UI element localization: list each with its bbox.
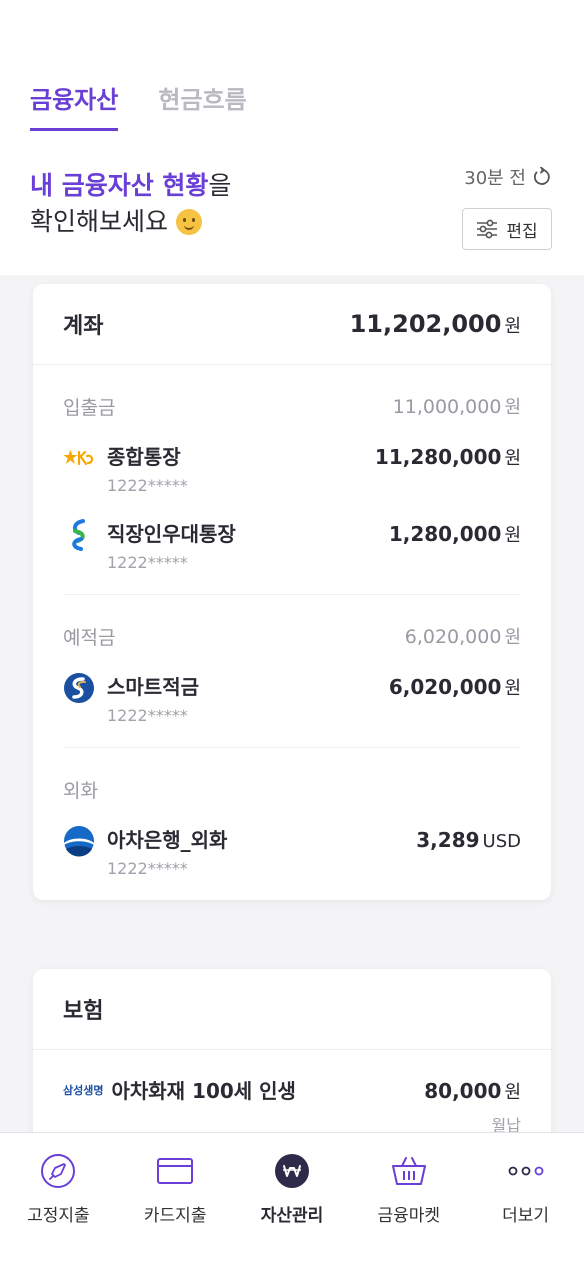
nav-card-expense[interactable]: 카드지출 xyxy=(117,1133,234,1261)
insurance-amount-value: 80,000 xyxy=(424,1079,502,1103)
account-name: 스마트적금 xyxy=(107,675,199,699)
accounts-card-header[interactable]: 계좌 11,202,000 원 xyxy=(33,284,551,365)
more-icon xyxy=(506,1151,546,1191)
account-name: 직장인우대통장 xyxy=(107,522,236,546)
won-icon xyxy=(272,1151,312,1191)
insurance-card-header[interactable]: 보험 xyxy=(33,969,551,1050)
nav-more[interactable]: 더보기 xyxy=(467,1133,584,1261)
rocket-icon xyxy=(38,1151,78,1191)
account-amount: 11,280,000 원 xyxy=(375,442,521,474)
account-amount-value: 11,280,000 xyxy=(374,445,502,469)
account-item[interactable]: 종합통장 1222***** 11,280,000 원 xyxy=(63,442,521,495)
nav-label: 자산관리 xyxy=(260,1206,324,1226)
nav-label: 카드지출 xyxy=(143,1206,207,1226)
settings-sliders-icon xyxy=(477,219,498,239)
header-area: 금융자산 현금흐름 내 금융자산 현황을 확인해보세요 30분 전 편집 xyxy=(0,0,584,275)
section-total-amount: 11,000,000 xyxy=(392,396,502,418)
smile-emoji-icon xyxy=(176,209,203,235)
accounts-total-currency: 원 xyxy=(504,316,521,337)
account-number: 1222***** xyxy=(107,476,188,495)
account-number: 1222***** xyxy=(107,553,188,572)
bank-globe-icon xyxy=(63,825,95,857)
shinhan-icon xyxy=(63,672,95,704)
headline-line2: 확인해보세요 xyxy=(30,207,169,236)
section-total-unit: 원 xyxy=(504,397,521,418)
account-amount-unit: USD xyxy=(482,831,521,852)
tab-financial-assets[interactable]: 금융자산 xyxy=(30,80,119,131)
refresh-status[interactable]: 30분 전 xyxy=(464,164,552,190)
section-total-amount: 6,020,000 xyxy=(404,626,502,648)
account-number: 1222***** xyxy=(107,859,188,878)
nav-fixed-expense[interactable]: 고정지출 xyxy=(0,1133,117,1261)
insurance-name: 아차화재 100세 인생 xyxy=(111,1079,296,1103)
account-amount: 1,280,000 원 xyxy=(389,519,521,551)
section-title: 외화 xyxy=(63,780,98,802)
section-foreign-currency: 외화 아차은행_외화 1222***** 3,289 USD xyxy=(63,748,521,900)
nav-financial-market[interactable]: 금융마켓 xyxy=(350,1133,467,1261)
insurance-item[interactable]: 삼성생명 아차화재 100세 인생 80,000 원 월납 xyxy=(63,1050,521,1136)
accounts-title: 계좌 xyxy=(63,314,104,339)
account-item[interactable]: 스마트적금 1222***** 6,020,000 원 xyxy=(63,672,521,725)
account-amount: 6,020,000 원 xyxy=(389,672,521,704)
account-amount-value: 3,289 xyxy=(416,828,480,852)
section-title: 예적금 xyxy=(63,627,116,649)
tab-bar: 금융자산 현금흐름 xyxy=(30,80,247,131)
headline-highlight: 내 금융자산 현황 xyxy=(30,171,209,200)
edit-button[interactable]: 편집 xyxy=(462,208,552,250)
insurance-title: 보험 xyxy=(63,999,104,1024)
account-amount: 3,289 USD xyxy=(416,825,521,857)
nav-asset-management[interactable]: 자산관리 xyxy=(234,1133,351,1261)
kb-star-icon xyxy=(63,442,95,474)
insurance-brand: 삼성생명 xyxy=(63,1084,104,1097)
tab-cash-flow[interactable]: 현금흐름 xyxy=(158,80,246,131)
refresh-icon[interactable] xyxy=(532,167,552,187)
account-number: 1222***** xyxy=(107,706,188,725)
insurance-amount: 80,000 원 xyxy=(424,1076,521,1108)
section-title: 입출금 xyxy=(63,397,116,419)
bottom-nav: 고정지출 카드지출 자산관리 금융마켓 더보기 xyxy=(0,1132,584,1261)
section-deposit-withdrawal: 입출금 11,000,000 원 종합통장 1222***** 11,280,00… xyxy=(63,365,521,595)
account-amount-unit: 원 xyxy=(504,448,521,469)
insurance-amount-unit: 원 xyxy=(504,1082,521,1103)
updated-time: 30분 전 xyxy=(464,168,526,189)
account-amount-value: 1,280,000 xyxy=(388,522,502,546)
section-total-unit: 원 xyxy=(504,627,521,648)
section-total: 6,020,000 원 xyxy=(405,623,521,650)
account-name: 종합통장 xyxy=(107,445,181,469)
accounts-card: 계좌 11,202,000 원 입출금 11,000,000 원 종합통장 1222… xyxy=(33,284,551,900)
section-total: 11,000,000 원 xyxy=(393,393,521,420)
account-name: 아차은행_외화 xyxy=(107,828,228,852)
accounts-total: 11,202,000 원 xyxy=(350,310,521,338)
page-headline: 내 금융자산 현황을 확인해보세요 xyxy=(30,168,231,240)
account-item[interactable]: 아차은행_외화 1222***** 3,289 USD xyxy=(63,825,521,878)
nav-label: 금융마켓 xyxy=(377,1206,441,1226)
section-savings: 예적금 6,020,000 원 스마트적금 1222***** 6,020,000… xyxy=(63,595,521,748)
nav-label: 더보기 xyxy=(502,1206,550,1226)
account-amount-value: 6,020,000 xyxy=(388,675,502,699)
basket-icon xyxy=(389,1151,429,1191)
standard-chartered-icon xyxy=(63,519,95,551)
edit-label: 편집 xyxy=(506,221,538,242)
headline-suffix: 을 xyxy=(208,171,232,200)
nav-label: 고정지출 xyxy=(27,1206,90,1226)
account-item[interactable]: 직장인우대통장 1222***** 1,280,000 원 xyxy=(63,519,521,572)
accounts-total-amount: 11,202,000 xyxy=(349,310,502,338)
card-icon xyxy=(155,1151,195,1191)
account-amount-unit: 원 xyxy=(504,678,521,699)
account-amount-unit: 원 xyxy=(504,525,521,546)
